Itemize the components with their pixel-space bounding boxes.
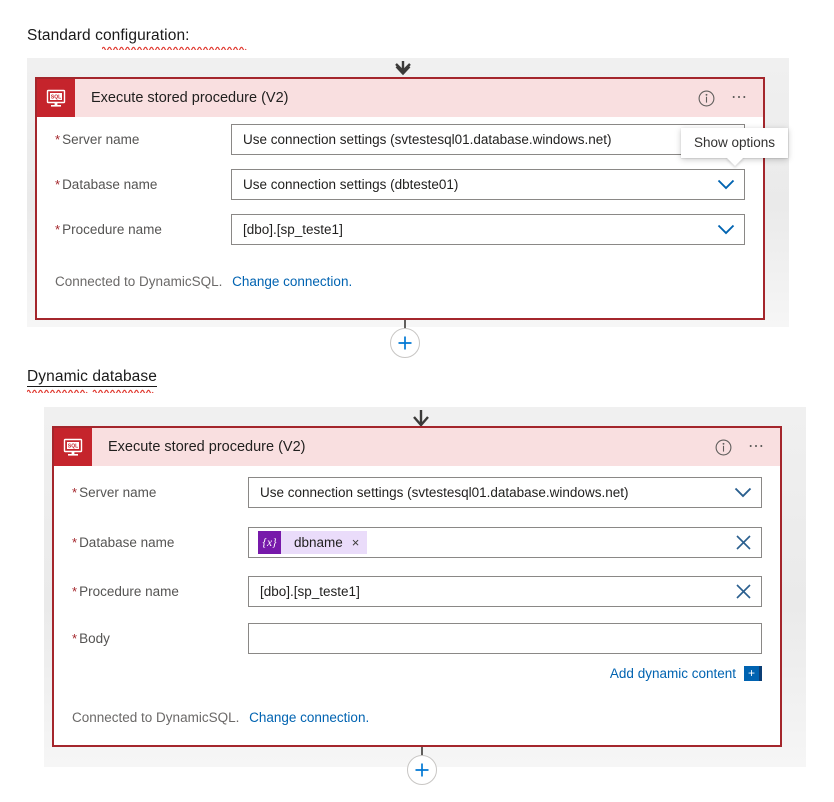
body-input[interactable] <box>248 622 762 654</box>
connection-status: Connected to DynamicSQL. <box>72 710 240 725</box>
chevron-down-icon[interactable] <box>708 215 744 244</box>
show-options-tooltip: Show options <box>681 128 789 166</box>
form-row-database-name: * Database name {x} dbname × <box>72 518 762 567</box>
spellcheck-squiggle-icon <box>102 46 247 50</box>
database-name-value: Use connection settings (dbteste01) <box>243 177 459 192</box>
screenshot-root: Standard configuration: SQL Execute stor… <box>0 0 834 802</box>
required-indicator: * <box>72 584 78 599</box>
server-name-input[interactable]: Use connection settings (svtestesql01.da… <box>248 476 762 508</box>
procedure-name-input[interactable]: [dbo].[sp_teste1] <box>231 214 745 245</box>
clear-x-icon[interactable] <box>725 577 761 606</box>
tooltip-text: Show options <box>694 135 776 150</box>
change-connection-link[interactable]: Change connection. <box>232 274 352 289</box>
field-label-body: * Body <box>72 630 110 646</box>
add-step-button[interactable] <box>407 755 437 785</box>
required-indicator: * <box>55 177 61 192</box>
action-card-standard[interactable]: SQL Execute stored procedure (V2) ⋯ * Se… <box>35 77 765 320</box>
section-heading-dynamic-text: Dynamic database <box>27 368 157 387</box>
add-step-node[interactable] <box>390 320 420 360</box>
field-label-database-name: * Database name <box>55 177 158 192</box>
more-options-icon[interactable]: ⋯ <box>731 90 749 106</box>
spellcheck-squiggle-icon <box>27 389 154 393</box>
required-indicator: * <box>55 132 61 147</box>
form-row-server-name: * Server name Use connection settings (sv… <box>72 466 762 518</box>
card-header-actions: ⋯ <box>698 90 763 107</box>
dynamic-content-token[interactable]: {x} dbname × <box>258 531 368 554</box>
token-label: dbname <box>294 535 343 550</box>
card-header[interactable]: SQL Execute stored procedure (V2) ⋯ <box>37 79 763 117</box>
action-card-dynamic[interactable]: SQL Execute stored procedure (V2) ⋯ * Se… <box>52 426 782 747</box>
server-name-value: Use connection settings (svtestesql01.da… <box>260 484 629 500</box>
svg-text:SQL: SQL <box>51 95 61 101</box>
section-heading-standard-text: Standard configuration: <box>27 27 190 44</box>
add-step-button[interactable] <box>390 328 420 358</box>
field-label-procedure-name: * Procedure name <box>72 584 179 599</box>
procedure-name-input[interactable]: [dbo].[sp_teste1] <box>248 576 762 607</box>
svg-text:SQL: SQL <box>68 444 78 450</box>
field-label-server-name: * Server name <box>72 484 157 500</box>
required-indicator: * <box>72 630 78 646</box>
form-row-procedure-name: * Procedure name [dbo].[sp_teste1] <box>55 207 745 252</box>
card-title: Execute stored procedure (V2) <box>108 439 306 455</box>
info-icon[interactable] <box>715 439 732 456</box>
field-label-database-name: * Database name <box>72 535 175 550</box>
card-title: Execute stored procedure (V2) <box>91 90 289 106</box>
form-row-server-name: * Server name Use connection settings (sv… <box>55 117 745 162</box>
chevron-down-icon[interactable] <box>725 478 761 507</box>
card-header[interactable]: SQL Execute stored procedure (V2) ⋯ <box>54 428 780 466</box>
add-step-node[interactable] <box>407 747 437 787</box>
required-indicator: * <box>72 535 78 550</box>
connection-footer: Connected to DynamicSQL. Change connecti… <box>54 710 780 725</box>
change-connection-link[interactable]: Change connection. <box>249 710 369 725</box>
database-name-input[interactable]: {x} dbname × <box>248 527 762 558</box>
server-name-value: Use connection settings (svtestesql01.da… <box>243 132 612 147</box>
server-name-input[interactable]: Use connection settings (svtestesql01.da… <box>231 124 745 155</box>
chevron-down-icon[interactable] <box>708 170 744 199</box>
card-body: * Server name Use connection settings (sv… <box>37 117 763 252</box>
add-dynamic-content-icon[interactable]: + <box>744 665 762 681</box>
form-row-procedure-name: * Procedure name [dbo].[sp_teste1] <box>72 567 762 616</box>
sql-server-icon: SQL <box>37 79 75 117</box>
section-heading-dynamic: Dynamic database <box>27 368 157 393</box>
more-options-icon[interactable]: ⋯ <box>748 439 766 455</box>
form-row-database-name: * Database name Use connection settings (… <box>55 162 745 207</box>
section-heading-standard: Standard configuration: <box>27 27 247 50</box>
required-indicator: * <box>72 484 78 500</box>
sql-server-icon: SQL <box>54 428 92 466</box>
clear-x-icon[interactable] <box>725 528 761 557</box>
token-remove-icon[interactable]: × <box>352 536 360 549</box>
add-dynamic-content-row: Add dynamic content + <box>72 662 762 684</box>
procedure-name-value: [dbo].[sp_teste1] <box>260 584 360 599</box>
field-label-server-name: * Server name <box>55 132 140 147</box>
card-body: * Server name Use connection settings (sv… <box>54 466 780 684</box>
connection-status: Connected to DynamicSQL. <box>55 274 223 289</box>
expression-badge-icon: {x} <box>258 531 281 554</box>
field-label-procedure-name: * Procedure name <box>55 222 162 237</box>
form-row-body: * Body <box>72 616 762 660</box>
database-name-input[interactable]: Use connection settings (dbteste01) <box>231 169 745 200</box>
required-indicator: * <box>55 222 61 237</box>
tooltip-tail-icon <box>725 157 744 166</box>
procedure-name-value: [dbo].[sp_teste1] <box>243 222 343 237</box>
info-icon[interactable] <box>698 90 715 107</box>
card-header-actions: ⋯ <box>715 439 780 456</box>
add-dynamic-content-link[interactable]: Add dynamic content <box>610 666 736 681</box>
connection-footer: Connected to DynamicSQL. Change connecti… <box>37 274 763 289</box>
